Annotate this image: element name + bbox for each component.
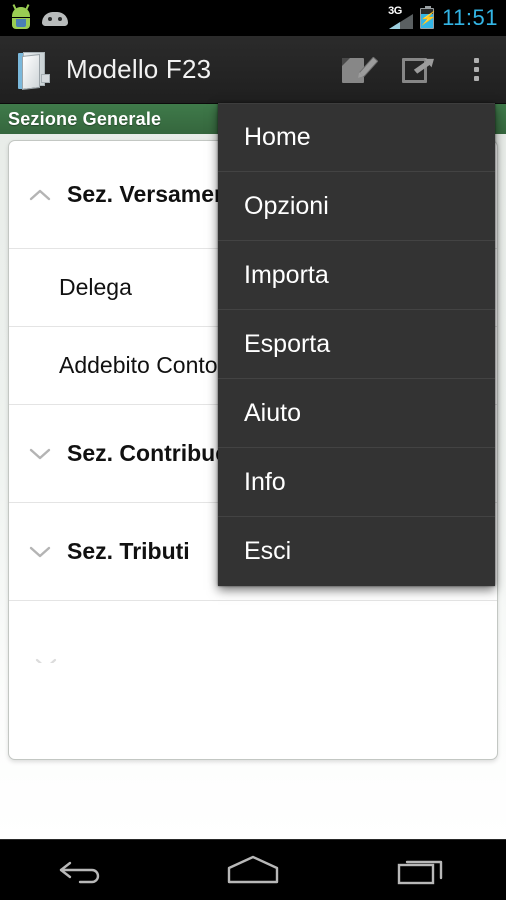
list-row-label: Delega: [59, 274, 132, 300]
menu-item-label: Home: [244, 123, 311, 151]
recents-button[interactable]: [367, 840, 477, 900]
back-button[interactable]: [29, 840, 139, 900]
android-green-icon: [10, 4, 32, 30]
menu-item-importa[interactable]: Importa: [218, 241, 495, 310]
menu-item-home[interactable]: Home: [218, 103, 495, 172]
overflow-button[interactable]: [446, 36, 506, 104]
overflow-icon: [473, 58, 479, 81]
chevron-down-icon: [23, 545, 57, 558]
recents-icon: [397, 860, 442, 885]
home-icon: [227, 855, 279, 884]
android-screen: 3G ⚡ 11:51 Modello F23 ⬈ Sezione General…: [0, 0, 506, 900]
edit-icon: [341, 55, 379, 85]
menu-item-esci[interactable]: Esci: [218, 517, 495, 586]
export-button[interactable]: ⬈: [386, 36, 446, 104]
status-bar-system-icons: 3G ⚡ 11:51: [388, 5, 498, 31]
signal-3g-icon: 3G: [388, 5, 414, 29]
chevron-down-icon: [35, 657, 69, 663]
status-bar-clock: 11:51: [442, 5, 498, 30]
menu-item-info[interactable]: Info: [218, 448, 495, 517]
list-row-partial[interactable]: [9, 601, 497, 665]
menu-item-label: Info: [244, 467, 286, 496]
android-gray-icon: [42, 10, 68, 26]
menu-item-esporta[interactable]: Esporta: [218, 310, 495, 379]
status-bar-notifications: [10, 4, 68, 30]
chevron-down-icon: [23, 447, 57, 460]
app-title: Modello F23: [66, 54, 212, 84]
list-row-label: Sez. Tributi: [67, 538, 190, 564]
menu-item-aiuto[interactable]: Aiuto: [218, 379, 495, 448]
menu-item-label: Opzioni: [244, 191, 329, 220]
menu-item-label: Importa: [244, 260, 329, 289]
export-icon: ⬈: [401, 53, 434, 85]
list-row-label: Addebito Conto: [59, 352, 218, 378]
action-bar: Modello F23 ⬈: [0, 36, 506, 104]
battery-charging-icon: ⚡: [419, 5, 435, 29]
section-header-title: Sezione Generale: [8, 108, 162, 129]
status-bar: 3G ⚡ 11:51: [0, 0, 506, 36]
chevron-up-icon: [23, 188, 57, 201]
menu-item-opzioni[interactable]: Opzioni: [218, 172, 495, 241]
edit-button[interactable]: [326, 36, 386, 104]
menu-item-label: Esci: [244, 537, 292, 565]
action-bar-buttons: ⬈: [326, 36, 506, 103]
signal-bars-icon: [389, 14, 414, 29]
overflow-menu: Home Opzioni Importa Esporta Aiuto Info …: [218, 103, 495, 586]
menu-item-label: Esporta: [244, 329, 331, 358]
home-button[interactable]: [198, 840, 308, 900]
menu-item-label: Aiuto: [244, 398, 301, 427]
folder-icon[interactable]: [12, 49, 52, 91]
back-icon: [60, 861, 100, 884]
navigation-bar: [0, 839, 506, 900]
